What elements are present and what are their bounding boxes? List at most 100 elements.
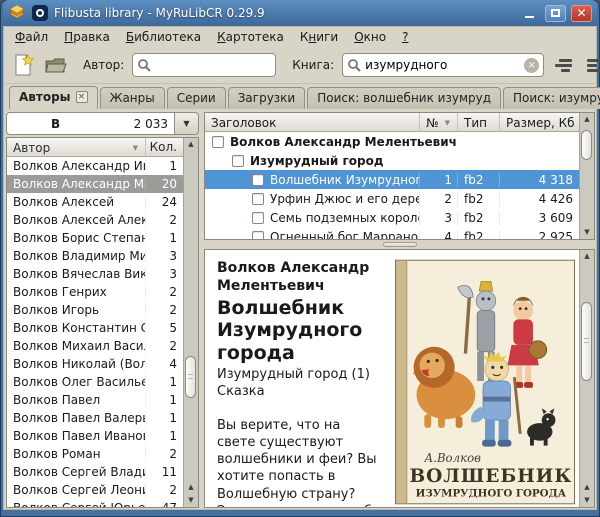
menu-cardfile[interactable]: Картотека — [209, 28, 292, 46]
author-row[interactable]: Волков Владимир Михайл3 — [7, 247, 183, 265]
tab-search-volshebnik[interactable]: Поиск: волшебник изумруд — [307, 87, 501, 109]
book-row[interactable]: Семь подземных королей 3fb23 609 — [205, 208, 579, 227]
author-row[interactable]: Волков Сергей Юрьевич47 — [7, 499, 183, 507]
author-column-header[interactable]: Автор — [13, 141, 50, 155]
count-column-header[interactable]: Кол. — [145, 138, 183, 156]
author-search-field[interactable] — [132, 53, 276, 77]
author-row[interactable]: Волков Генрих2 — [7, 283, 183, 301]
window-title: Flibusta library - MyRuLibCR 0.29.9 — [54, 6, 513, 20]
checkbox[interactable] — [252, 174, 264, 186]
scroll-up-icon[interactable]: ▲ — [184, 481, 198, 494]
cover-title-line2: ИЗУМРУДНОГО ГОРОДА — [416, 487, 567, 499]
author-row[interactable]: Волков Игорь2 — [7, 301, 183, 319]
author-row[interactable]: Волков Алексей24 — [7, 193, 183, 211]
cover-area: А.Волков ВОЛШЕБНИК ИЗУМРУДНОГО ГОРОДА — [385, 250, 579, 507]
type-column-header[interactable]: Тип — [457, 113, 499, 131]
scroll-up-icon[interactable]: ▲ — [580, 481, 594, 494]
sort-down-icon: ▼ — [445, 119, 453, 127]
author-search-input[interactable] — [155, 55, 271, 75]
scroll-down-icon[interactable]: ▼ — [580, 226, 594, 239]
checkbox[interactable] — [252, 212, 264, 224]
author-row[interactable]: Волков Вячеслав Викторо3 — [7, 265, 183, 283]
book-row-selected[interactable]: Волшебник Изумрудного города 1fb24 318 — [205, 170, 579, 189]
chevron-down-icon[interactable]: ▼ — [175, 112, 199, 135]
scroll-down-icon[interactable]: ▼ — [184, 494, 198, 507]
menu-window[interactable]: Окно — [346, 28, 394, 46]
number-column-header[interactable]: № ▼ — [419, 113, 457, 131]
scroll-up-icon[interactable]: ▲ — [580, 250, 594, 263]
authors-list-header[interactable]: Автор ▼ Кол. — [7, 138, 183, 157]
clear-search-icon[interactable]: × — [524, 58, 539, 73]
tab-series[interactable]: Серии — [167, 87, 226, 109]
checkbox[interactable] — [252, 193, 264, 205]
authors-list: Волков Александр Ивано1 Волков Александр… — [7, 157, 183, 507]
scroll-thumb[interactable] — [581, 302, 592, 380]
author-row[interactable]: Волков Алексей Алексее2 — [7, 211, 183, 229]
new-document-icon[interactable] — [11, 53, 35, 77]
author-row[interactable]: Волков Павел Валерьеви1 — [7, 409, 183, 427]
detail-scrollbar[interactable]: ▲ ▲ ▼ — [579, 250, 594, 507]
author-row[interactable]: Волков Сергей Леонидов2 — [7, 481, 183, 499]
search-icon — [137, 58, 152, 73]
tab-genres[interactable]: Жанры — [100, 87, 165, 109]
open-folder-icon[interactable] — [43, 53, 67, 77]
author-row[interactable]: Волков Михаил Васильев2 — [7, 337, 183, 355]
expand-list-icon[interactable] — [584, 53, 600, 77]
authors-total-count: 2 033 — [134, 117, 168, 131]
scroll-down-icon[interactable]: ▼ — [580, 494, 594, 507]
tab-search-izumrudnogo[interactable]: Поиск: изумрудного — [503, 87, 600, 109]
minimize-button[interactable] — [519, 5, 540, 22]
book-search-input[interactable] — [365, 55, 521, 75]
author-row[interactable]: Волков Николай (Волтор)4 — [7, 355, 183, 373]
checkbox[interactable] — [232, 155, 244, 167]
authors-scrollbar[interactable]: ▲ ▲ ▼ — [183, 138, 198, 507]
horizontal-splitter[interactable] — [204, 240, 595, 249]
splitter-grip[interactable] — [383, 242, 417, 247]
menu-file[interactable]: Файл — [7, 28, 56, 46]
scroll-thumb[interactable] — [185, 356, 196, 399]
author-row[interactable]: Волков Роман2 — [7, 445, 183, 463]
author-row[interactable]: Волков Олег Васильевич1 — [7, 373, 183, 391]
books-list-header[interactable]: Заголовок № ▼ Тип Размер, Кб — [205, 113, 579, 132]
menu-library[interactable]: Библиотека — [118, 28, 209, 46]
menu-edit[interactable]: Правка — [56, 28, 118, 46]
tabbar: Авторы × Жанры Серии Загрузки Поиск: вол… — [3, 84, 597, 109]
book-row[interactable]: Урфин Джюс и его деревянные солдаты 2fb2… — [205, 189, 579, 208]
author-row[interactable]: Волков Константин Серге5 — [7, 319, 183, 337]
author-row[interactable]: Волков Сергей Владимир11 — [7, 463, 183, 481]
author-tree-node[interactable]: Волков Александр Мелентьевич — [205, 132, 579, 151]
tab-authors[interactable]: Авторы × — [9, 86, 98, 109]
title-column-header[interactable]: Заголовок — [205, 113, 419, 131]
scroll-up-icon[interactable]: ▲ — [580, 113, 594, 126]
maximize-button[interactable] — [545, 5, 566, 22]
author-row[interactable]: Волков Павел Иванович1 — [7, 427, 183, 445]
scroll-up-icon[interactable]: ▲ — [184, 138, 198, 151]
collapse-list-icon[interactable] — [552, 53, 576, 77]
tab-downloads[interactable]: Загрузки — [228, 87, 306, 109]
size-column-header[interactable]: Размер, Кб — [499, 113, 579, 131]
app-window: Flibusta library - MyRuLibCR 0.29.9 ✕ Фа… — [0, 0, 600, 517]
book-detail-panel: Волков Александр Мелентьевич Волшебник И… — [204, 249, 595, 508]
book-row[interactable]: Огненный бог Марранов 4fb22 925 — [205, 227, 579, 239]
menu-help[interactable]: ? — [394, 28, 416, 46]
author-row[interactable]: Волков Александр Ивано1 — [7, 157, 183, 175]
titlebar: Flibusta library - MyRuLibCR 0.29.9 ✕ — [3, 0, 597, 26]
checkbox[interactable] — [212, 136, 224, 148]
author-row-selected[interactable]: Волков Александр Мелен20 — [7, 175, 183, 193]
close-button[interactable]: ✕ — [571, 5, 592, 22]
author-row[interactable]: Волков Борис Степанови1 — [7, 229, 183, 247]
author-row[interactable]: Волков Павел1 — [7, 391, 183, 409]
toolbar: Автор: Книга: × — [3, 47, 597, 84]
main-area: В 2 033 ▼ Автор ▼ Кол. Волков Александр … — [3, 109, 597, 510]
tab-close-icon[interactable]: × — [76, 91, 88, 103]
scroll-thumb[interactable] — [581, 130, 592, 160]
letter-filter-combo[interactable]: В 2 033 ▼ — [6, 112, 199, 135]
checkbox[interactable] — [252, 231, 264, 240]
menu-books[interactable]: Книги — [292, 28, 346, 46]
books-scrollbar[interactable]: ▲ ▼ — [579, 113, 594, 239]
books-tree: Волков Александр Мелентьевич Изумрудный … — [205, 132, 579, 239]
letter-filter-value: В — [51, 117, 60, 131]
menubar: Файл Правка Библиотека Картотека Книги О… — [3, 26, 597, 47]
book-search-field[interactable]: × — [342, 53, 544, 77]
series-tree-node[interactable]: Изумрудный город — [205, 151, 579, 170]
